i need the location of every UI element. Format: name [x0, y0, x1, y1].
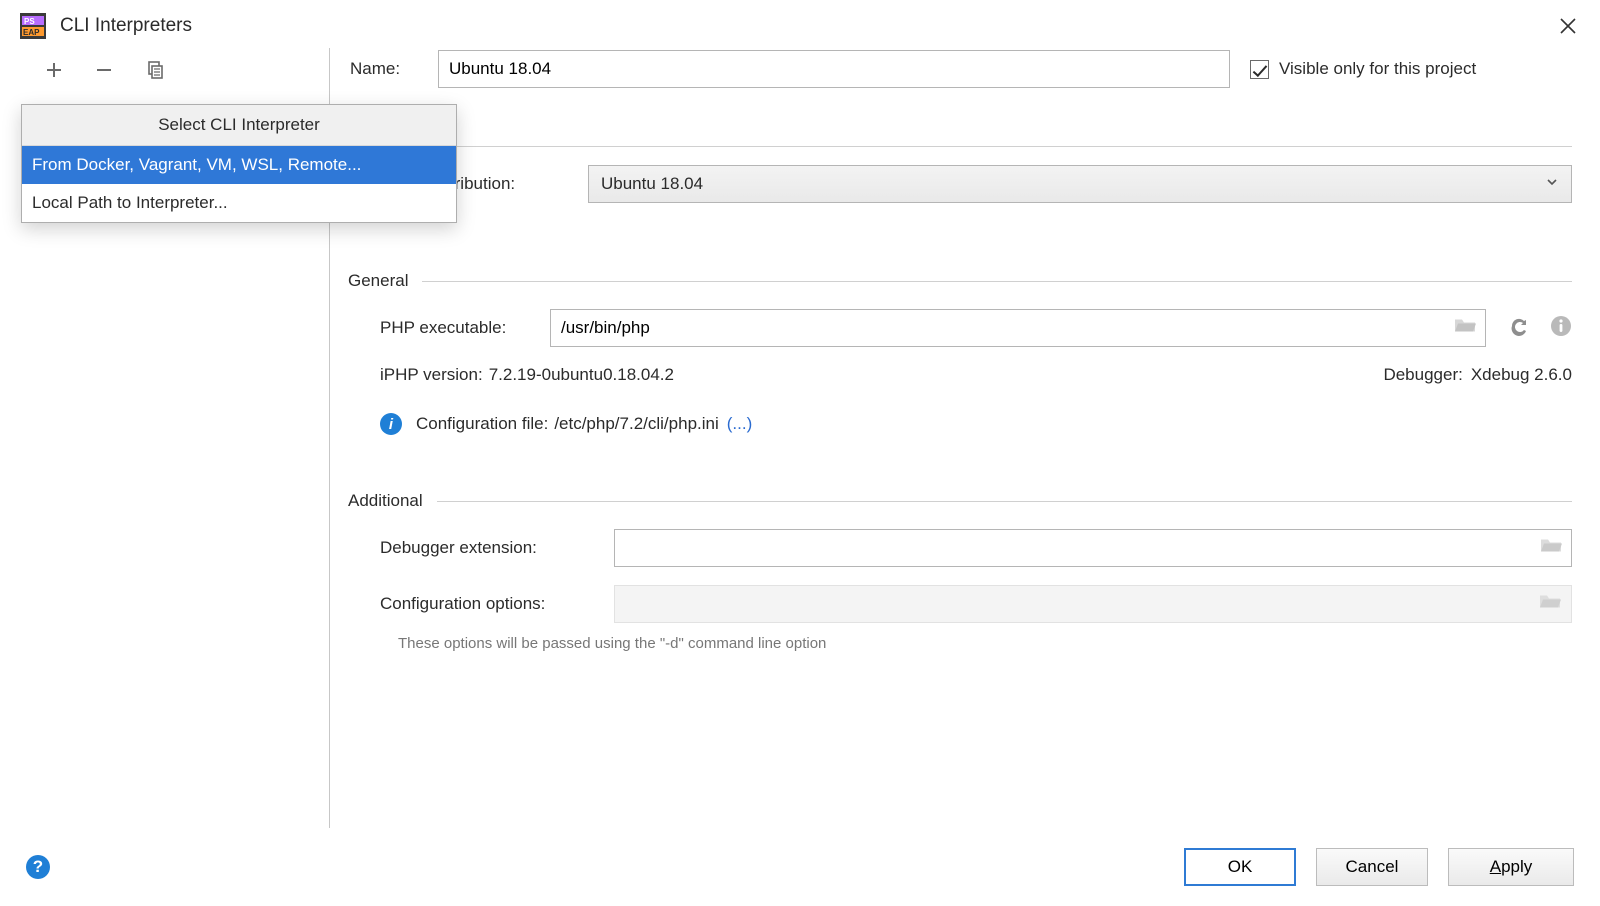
- popup-title: Select CLI Interpreter: [22, 105, 456, 146]
- debugger-label: Debugger:: [1383, 365, 1462, 385]
- debugger-extension-input[interactable]: [614, 529, 1572, 567]
- config-file-value: /etc/php/7.2/cli/php.ini: [554, 414, 718, 434]
- general-section: General PHP executable:: [348, 271, 1572, 435]
- interpreter-settings-panel: Name: Visible only for this project Linu…: [330, 48, 1600, 828]
- php-executable-label: PHP executable:: [380, 318, 550, 338]
- php-version-row: i PHP version: 7.2.19-0ubuntu0.18.04.2 D…: [380, 365, 1572, 385]
- chevron-down-icon: [1545, 174, 1559, 194]
- config-file-row: i Configuration file: /etc/php/7.2/cli/p…: [380, 413, 1572, 435]
- configuration-options-input[interactable]: [614, 585, 1572, 623]
- svg-text:PS: PS: [24, 17, 35, 26]
- linux-distribution-value: Ubuntu 18.04: [601, 174, 703, 194]
- visible-only-label: Visible only for this project: [1279, 59, 1476, 79]
- copy-icon[interactable]: [140, 56, 168, 84]
- php-executable-actions: [1508, 315, 1572, 342]
- additional-section-label: Additional: [348, 491, 423, 511]
- cancel-button[interactable]: Cancel: [1316, 848, 1428, 886]
- popup-item-local[interactable]: Local Path to Interpreter...: [22, 184, 456, 222]
- name-label: Name:: [348, 59, 434, 79]
- phpstorm-eap-icon: PS EAP: [20, 13, 46, 39]
- dialog-footer: ? OK Cancel Apply: [0, 828, 1600, 906]
- linux-distribution-row: Linux Distribution: Ubuntu 18.04: [380, 165, 1572, 203]
- configuration-options-label: Configuration options:: [380, 594, 614, 614]
- remove-icon[interactable]: [90, 56, 118, 84]
- ok-button[interactable]: OK: [1184, 848, 1296, 886]
- info-badge-icon: i: [380, 413, 402, 435]
- distribution-section: Linux Distribution: Ubuntu 18.04: [348, 146, 1572, 203]
- php-executable-input[interactable]: [550, 309, 1486, 347]
- php-version-label: PHP version:: [384, 365, 483, 385]
- close-icon[interactable]: [1554, 12, 1582, 40]
- debugger-extension-label: Debugger extension:: [380, 538, 614, 558]
- folder-open-icon[interactable]: [1540, 537, 1562, 560]
- name-input[interactable]: [438, 50, 1230, 88]
- dialog-title: CLI Interpreters: [60, 15, 1554, 37]
- checkmark-icon: [1250, 60, 1269, 79]
- popup-item-remote[interactable]: From Docker, Vagrant, VM, WSL, Remote...: [22, 146, 456, 184]
- reload-icon[interactable]: [1508, 315, 1530, 342]
- folder-open-icon[interactable]: [1454, 317, 1476, 340]
- help-icon[interactable]: ?: [26, 855, 50, 879]
- add-icon[interactable]: [40, 56, 68, 84]
- debugger-extension-row: Debugger extension:: [380, 529, 1572, 567]
- dialog-body: Name: Visible only for this project Linu…: [0, 48, 1600, 828]
- apply-button[interactable]: Apply: [1448, 848, 1574, 886]
- folder-open-icon[interactable]: [1539, 593, 1561, 616]
- config-file-more-link[interactable]: (...): [727, 414, 753, 434]
- php-executable-row: PHP executable:: [380, 309, 1572, 347]
- general-section-label: General: [348, 271, 408, 291]
- cli-interpreters-dialog: PS EAP CLI Interpreters Name:: [0, 0, 1600, 906]
- interpreter-toolbar: [0, 48, 329, 92]
- select-cli-interpreter-popup: Select CLI Interpreter From Docker, Vagr…: [21, 104, 457, 223]
- info-icon[interactable]: [1550, 315, 1572, 342]
- visible-only-checkbox[interactable]: Visible only for this project: [1250, 59, 1476, 79]
- additional-section: Additional Debugger extension:: [348, 491, 1572, 652]
- configuration-options-row: Configuration options:: [380, 585, 1572, 623]
- titlebar: PS EAP CLI Interpreters: [0, 0, 1600, 48]
- name-row: Name: Visible only for this project: [348, 50, 1572, 88]
- debugger-value: Xdebug 2.6.0: [1471, 365, 1572, 385]
- config-file-label: Configuration file:: [416, 414, 548, 434]
- configuration-options-hint: These options will be passed using the "…: [398, 635, 1572, 652]
- linux-distribution-select[interactable]: Ubuntu 18.04: [588, 165, 1572, 203]
- php-version-value: 7.2.19-0ubuntu0.18.04.2: [489, 365, 674, 385]
- svg-text:EAP: EAP: [23, 28, 40, 37]
